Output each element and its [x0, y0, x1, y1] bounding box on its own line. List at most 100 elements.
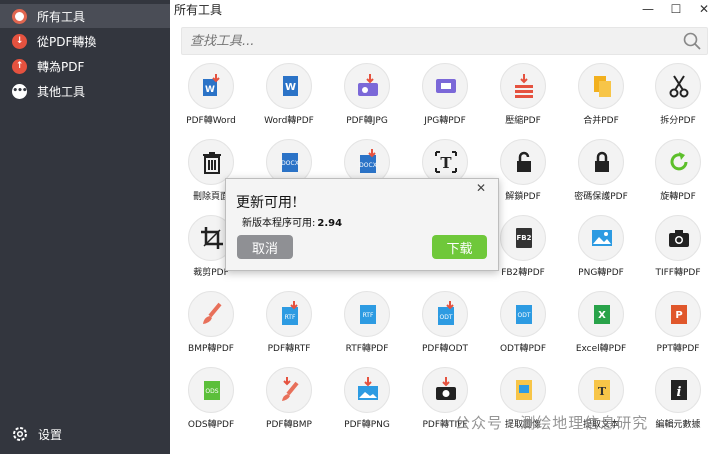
tool-icon-circle: FB2: [500, 215, 546, 261]
svg-text:ODT: ODT: [517, 312, 530, 319]
tool-label: TIFF轉PDF: [655, 268, 701, 278]
tool-icon-circle: [655, 139, 701, 185]
tool-label: PDF轉RTF: [267, 344, 311, 354]
title-bar: 所有工具 — ☐ ✕: [170, 0, 720, 18]
tool-icon-circle: i: [655, 367, 701, 413]
tool-icon-circle: [500, 139, 546, 185]
unlock-icon: [517, 151, 531, 172]
tool-label: PDF轉PNG: [344, 420, 390, 430]
tool-label: Word轉PDF: [264, 116, 314, 126]
svg-text:T: T: [598, 385, 607, 398]
update-dialog: 更新可用! ✕ 新版本程序可用: 2.94 取消 下载: [225, 178, 499, 271]
tool-label: PDF轉ODT: [421, 344, 469, 354]
pdf-to-rtf-icon: RTF: [282, 301, 298, 325]
tool-label: PNG轉PDF: [578, 268, 624, 278]
jpg-to-pdf-icon: [436, 79, 456, 93]
svg-text:X: X: [598, 310, 606, 321]
cancel-button[interactable]: 取消: [237, 235, 293, 259]
settings-button[interactable]: 设置: [0, 422, 62, 446]
svg-text:ODT: ODT: [439, 314, 452, 321]
watermark: 公众号 · 测绘地理信息研究: [455, 414, 649, 432]
svg-text:W: W: [285, 82, 296, 93]
tool-label: RTF轉PDF: [345, 344, 389, 354]
word-to-pdf-icon: W: [283, 76, 298, 96]
svg-text:DOCX: DOCX: [281, 160, 299, 167]
tool-icon-circle: ODS: [188, 367, 234, 413]
download-button[interactable]: 下载: [432, 235, 487, 259]
pdf-to-odt-icon: ODT: [438, 301, 454, 325]
sidebar-item-other-tools[interactable]: ••• 其他工具: [0, 79, 170, 103]
dialog-version: 2.94: [317, 218, 343, 229]
tool-icon-circle: [500, 367, 546, 413]
tool-label: PDF轉Word: [186, 116, 236, 126]
tool-label: Excel轉PDF: [575, 344, 627, 354]
search-icon[interactable]: [683, 32, 701, 50]
close-button[interactable]: ✕: [690, 0, 718, 18]
sidebar-item-from-pdf[interactable]: ↓ 從PDF轉換: [0, 29, 170, 53]
sidebar-item-label: 從PDF轉換: [37, 34, 97, 49]
tool-item[interactable]: PDF轉BMP: [251, 367, 327, 439]
dialog-title: 更新可用!: [236, 195, 298, 211]
tool-item[interactable]: 合并PDF: [563, 63, 639, 135]
tool-item[interactable]: PDF轉PNG: [329, 367, 405, 439]
compress-icon: [515, 74, 533, 98]
tool-item[interactable]: PDF轉JPG: [329, 63, 405, 135]
sidebar-item-label: 轉為PDF: [37, 59, 85, 74]
search-input[interactable]: [182, 28, 672, 54]
settings-label: 设置: [38, 427, 63, 442]
maximize-button[interactable]: ☐: [662, 0, 690, 18]
tool-label: PDF轉BMP: [266, 420, 312, 430]
tool-item[interactable]: W Word轉PDF: [251, 63, 327, 135]
sidebar-item-label: 所有工具: [37, 9, 86, 24]
tool-item[interactable]: ODS ODS轉PDF: [173, 367, 249, 439]
powerpoint-icon: P: [671, 305, 687, 324]
docx-icon: DOCX: [281, 153, 299, 172]
tool-item[interactable]: 拆分PDF: [640, 63, 716, 135]
tool-item[interactable]: RTF PDF轉RTF: [251, 291, 327, 363]
rotate-icon: [670, 152, 688, 171]
svg-text:W: W: [205, 85, 215, 95]
svg-text:P: P: [675, 310, 682, 321]
tool-item[interactable]: 旋轉PDF: [640, 139, 716, 211]
tool-icon-circle: [266, 367, 312, 413]
dialog-close-icon[interactable]: ✕: [474, 181, 488, 195]
tool-icon-circle: ODT: [422, 291, 468, 337]
sidebar-item-all-tools[interactable]: 所有工具: [0, 4, 170, 28]
pdf-to-bmp-icon: [282, 377, 299, 401]
pdf-to-word-icon: W: [203, 74, 220, 96]
sidebar-item-label: 其他工具: [37, 84, 86, 99]
tool-icon-circle: [500, 63, 546, 109]
tool-item[interactable]: JPG轉PDF: [407, 63, 483, 135]
pdf-to-jpg-icon: [358, 74, 378, 96]
lock-icon: [595, 151, 609, 172]
fb2-icon: FB2: [516, 228, 532, 248]
tool-item[interactable]: W PDF轉Word: [173, 63, 249, 135]
brush-icon: [203, 302, 222, 324]
tool-item[interactable]: ODT ODT轉PDF: [485, 291, 561, 363]
tool-icon-circle: [655, 63, 701, 109]
merge-icon: [594, 76, 611, 97]
tool-icon-circle: [344, 63, 390, 109]
tool-label: PDF轉JPG: [346, 116, 388, 126]
tool-item[interactable]: BMP轉PDF: [173, 291, 249, 363]
target-icon: [12, 8, 27, 24]
tool-item[interactable]: PNG轉PDF: [563, 215, 639, 287]
tool-item[interactable]: ODT PDF轉ODT: [407, 291, 483, 363]
tool-label: 合并PDF: [583, 116, 619, 126]
arrow-up-icon: ↑: [12, 58, 27, 74]
tool-item[interactable]: TIFF轉PDF: [640, 215, 716, 287]
scissors-icon: [669, 75, 689, 98]
sidebar-item-to-pdf[interactable]: ↑ 轉為PDF: [0, 54, 170, 78]
tool-item[interactable]: P PPT轉PDF: [640, 291, 716, 363]
excel-icon: X: [594, 305, 610, 324]
tool-icon-circle: X: [578, 291, 624, 337]
tool-item[interactable]: i 編輯元數據: [640, 367, 716, 439]
tool-item[interactable]: X Excel轉PDF: [563, 291, 639, 363]
minimize-button[interactable]: —: [634, 0, 662, 18]
tool-item[interactable]: 壓縮PDF: [485, 63, 561, 135]
tool-icon-circle: [422, 367, 468, 413]
tool-item[interactable]: 密碼保護PDF: [563, 139, 639, 211]
tool-item[interactable]: RTF RTF轉PDF: [329, 291, 405, 363]
dialog-message-text: 新版本程序可用:: [242, 218, 316, 229]
tool-label: ODS轉PDF: [187, 420, 235, 430]
